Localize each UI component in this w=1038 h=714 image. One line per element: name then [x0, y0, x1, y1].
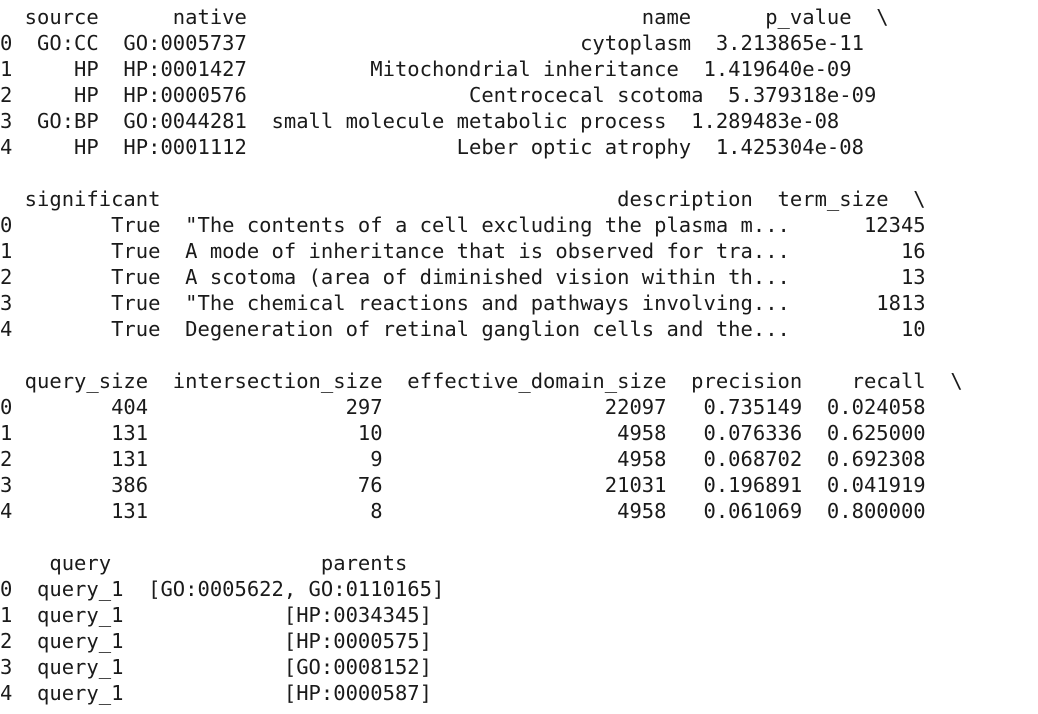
output-block-3: query_size intersection_size effective_d…: [0, 368, 1038, 524]
table-row: 3 386 76 21031 0.196891 0.041919: [0, 473, 926, 497]
table-row: 2 131 9 4958 0.068702 0.692308: [0, 447, 926, 471]
table-row: 4 query_1 [HP:0000587]: [0, 681, 432, 705]
table-header: query_size intersection_size effective_d…: [0, 369, 963, 393]
table-row: 0 True "The contents of a cell excluding…: [0, 213, 926, 237]
table-row: 2 query_1 [HP:0000575]: [0, 629, 432, 653]
table-row: 1 True A mode of inheritance that is obs…: [0, 239, 926, 263]
table-header: source native name p_value \: [0, 5, 889, 29]
table-row: 0 GO:CC GO:0005737 cytoplasm 3.213865e-1…: [0, 31, 864, 55]
table-row: 1 131 10 4958 0.076336 0.625000: [0, 421, 926, 445]
table-header: significant description term_size \: [0, 187, 926, 211]
table-row: 2 True A scotoma (area of diminished vis…: [0, 265, 926, 289]
output-block-1: source native name p_value \ 0 GO:CC GO:…: [0, 4, 1038, 160]
output-block-4: query parents 0 query_1 [GO:0005622, GO:…: [0, 550, 1038, 706]
table-row: 4 131 8 4958 0.061069 0.800000: [0, 499, 926, 523]
table-row: 4 True Degeneration of retinal ganglion …: [0, 317, 926, 341]
output-block-2: significant description term_size \ 0 Tr…: [0, 186, 1038, 342]
table-row: 3 query_1 [GO:0008152]: [0, 655, 432, 679]
table-header: query parents: [0, 551, 408, 575]
table-row: 2 HP HP:0000576 Centrocecal scotoma 5.37…: [0, 83, 877, 107]
table-row: 3 GO:BP GO:0044281 small molecule metabo…: [0, 109, 840, 133]
table-row: 0 404 297 22097 0.735149 0.024058: [0, 395, 926, 419]
table-row: 4 HP HP:0001112 Leber optic atrophy 1.42…: [0, 135, 864, 159]
console-output: source native name p_value \ 0 GO:CC GO:…: [0, 0, 1038, 714]
table-row: 1 HP HP:0001427 Mitochondrial inheritanc…: [0, 57, 852, 81]
table-row: 3 True "The chemical reactions and pathw…: [0, 291, 926, 315]
table-row: 1 query_1 [HP:0034345]: [0, 603, 432, 627]
table-row: 0 query_1 [GO:0005622, GO:0110165]: [0, 577, 445, 601]
